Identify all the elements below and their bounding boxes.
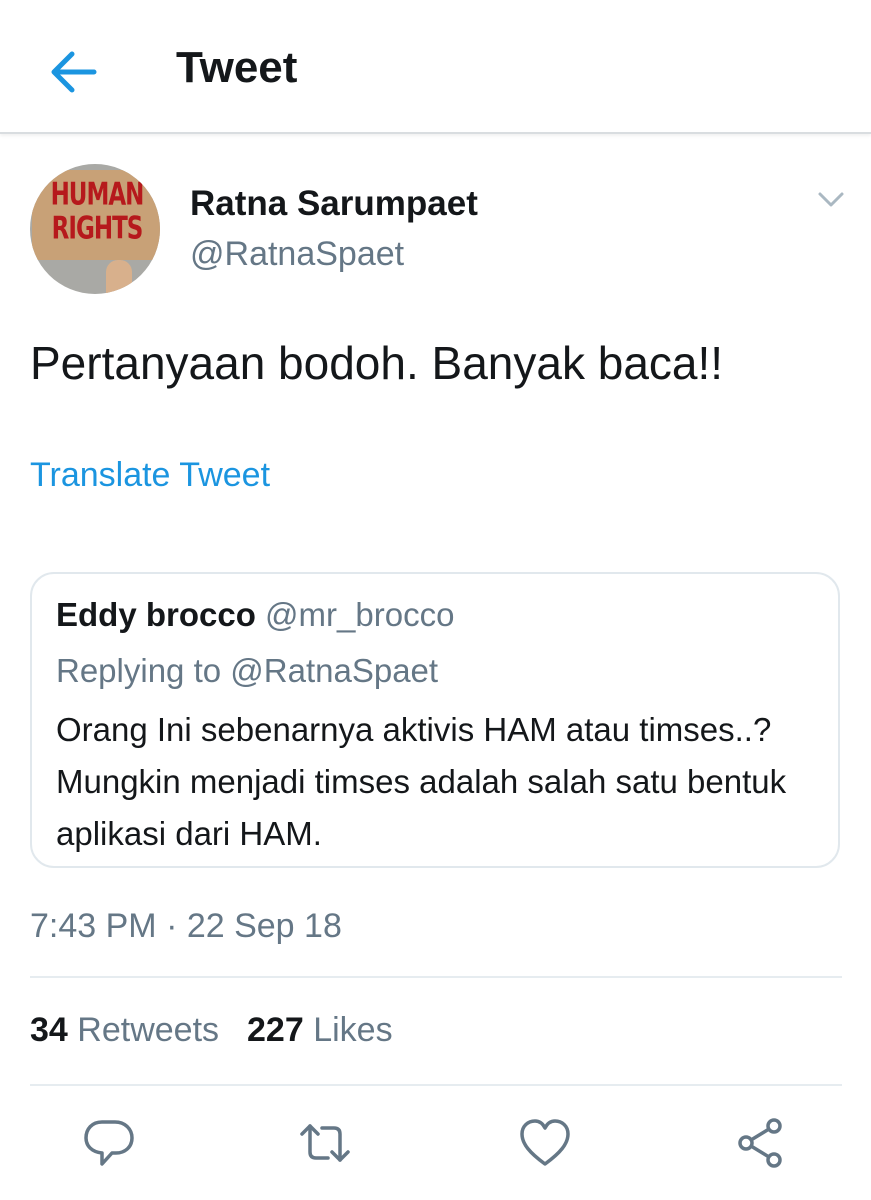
chevron-down-icon xyxy=(818,192,844,207)
share-icon xyxy=(738,1118,782,1168)
quoted-author-handle: @mr_brocco xyxy=(265,596,454,633)
avatar-sign-line1: HUMAN xyxy=(50,177,145,213)
quoted-author-handle-text: @mr_brocco xyxy=(265,596,455,633)
retweet-button[interactable] xyxy=(298,1116,352,1170)
avatar-hand-image xyxy=(106,260,132,294)
quoted-tweet-card[interactable]: Eddy brocco @mr_brocco Replying to @Ratn… xyxy=(30,572,840,868)
tweet-timestamp: 7:43 PM · 22 Sep 18 xyxy=(30,907,342,945)
avatar-sign-image: HUMAN RIGHTS xyxy=(32,170,160,260)
arrow-left-icon xyxy=(51,51,97,93)
like-button[interactable] xyxy=(518,1116,572,1170)
heart-icon xyxy=(520,1119,570,1166)
retweet-icon xyxy=(300,1124,350,1162)
translate-tweet-link[interactable]: Translate Tweet xyxy=(30,452,270,498)
quoted-tweet-text: Orang Ini sebenarnya aktivis HAM atau ti… xyxy=(56,711,787,852)
likes-count: 227 xyxy=(247,1011,304,1049)
quoted-author-name: Eddy brocco xyxy=(56,596,256,633)
author-handle[interactable]: @RatnaSpaet xyxy=(190,232,404,276)
divider xyxy=(30,976,842,978)
back-button[interactable] xyxy=(46,48,98,96)
likes-stat[interactable]: 227 Likes xyxy=(247,1011,393,1049)
avatar-sign-line2: RIGHTS xyxy=(51,211,144,247)
author-display-name[interactable]: Ratna Sarumpaet xyxy=(190,182,478,226)
reply-icon xyxy=(84,1120,134,1166)
likes-label: Likes xyxy=(313,1011,393,1049)
divider xyxy=(30,1084,842,1086)
reply-button[interactable] xyxy=(82,1116,136,1170)
quoted-tweet-header: Eddy brocco @mr_brocco xyxy=(56,594,454,636)
top-bar: Tweet xyxy=(0,0,871,134)
page-title: Tweet xyxy=(176,43,298,92)
avatar[interactable]: HUMAN RIGHTS xyxy=(30,164,160,294)
share-button[interactable] xyxy=(734,1116,788,1170)
tweet-text: Pertanyaan bodoh. Banyak baca!! xyxy=(30,337,724,389)
quoted-replying-to: Replying to @RatnaSpaet xyxy=(56,652,439,689)
retweets-count: 34 xyxy=(30,1011,68,1049)
engagement-stats: 34 Retweets 227 Likes xyxy=(30,1008,393,1052)
retweets-stat[interactable]: 34 Retweets xyxy=(30,1011,219,1049)
tweet-menu-button[interactable] xyxy=(814,184,848,214)
retweets-label: Retweets xyxy=(77,1011,220,1049)
